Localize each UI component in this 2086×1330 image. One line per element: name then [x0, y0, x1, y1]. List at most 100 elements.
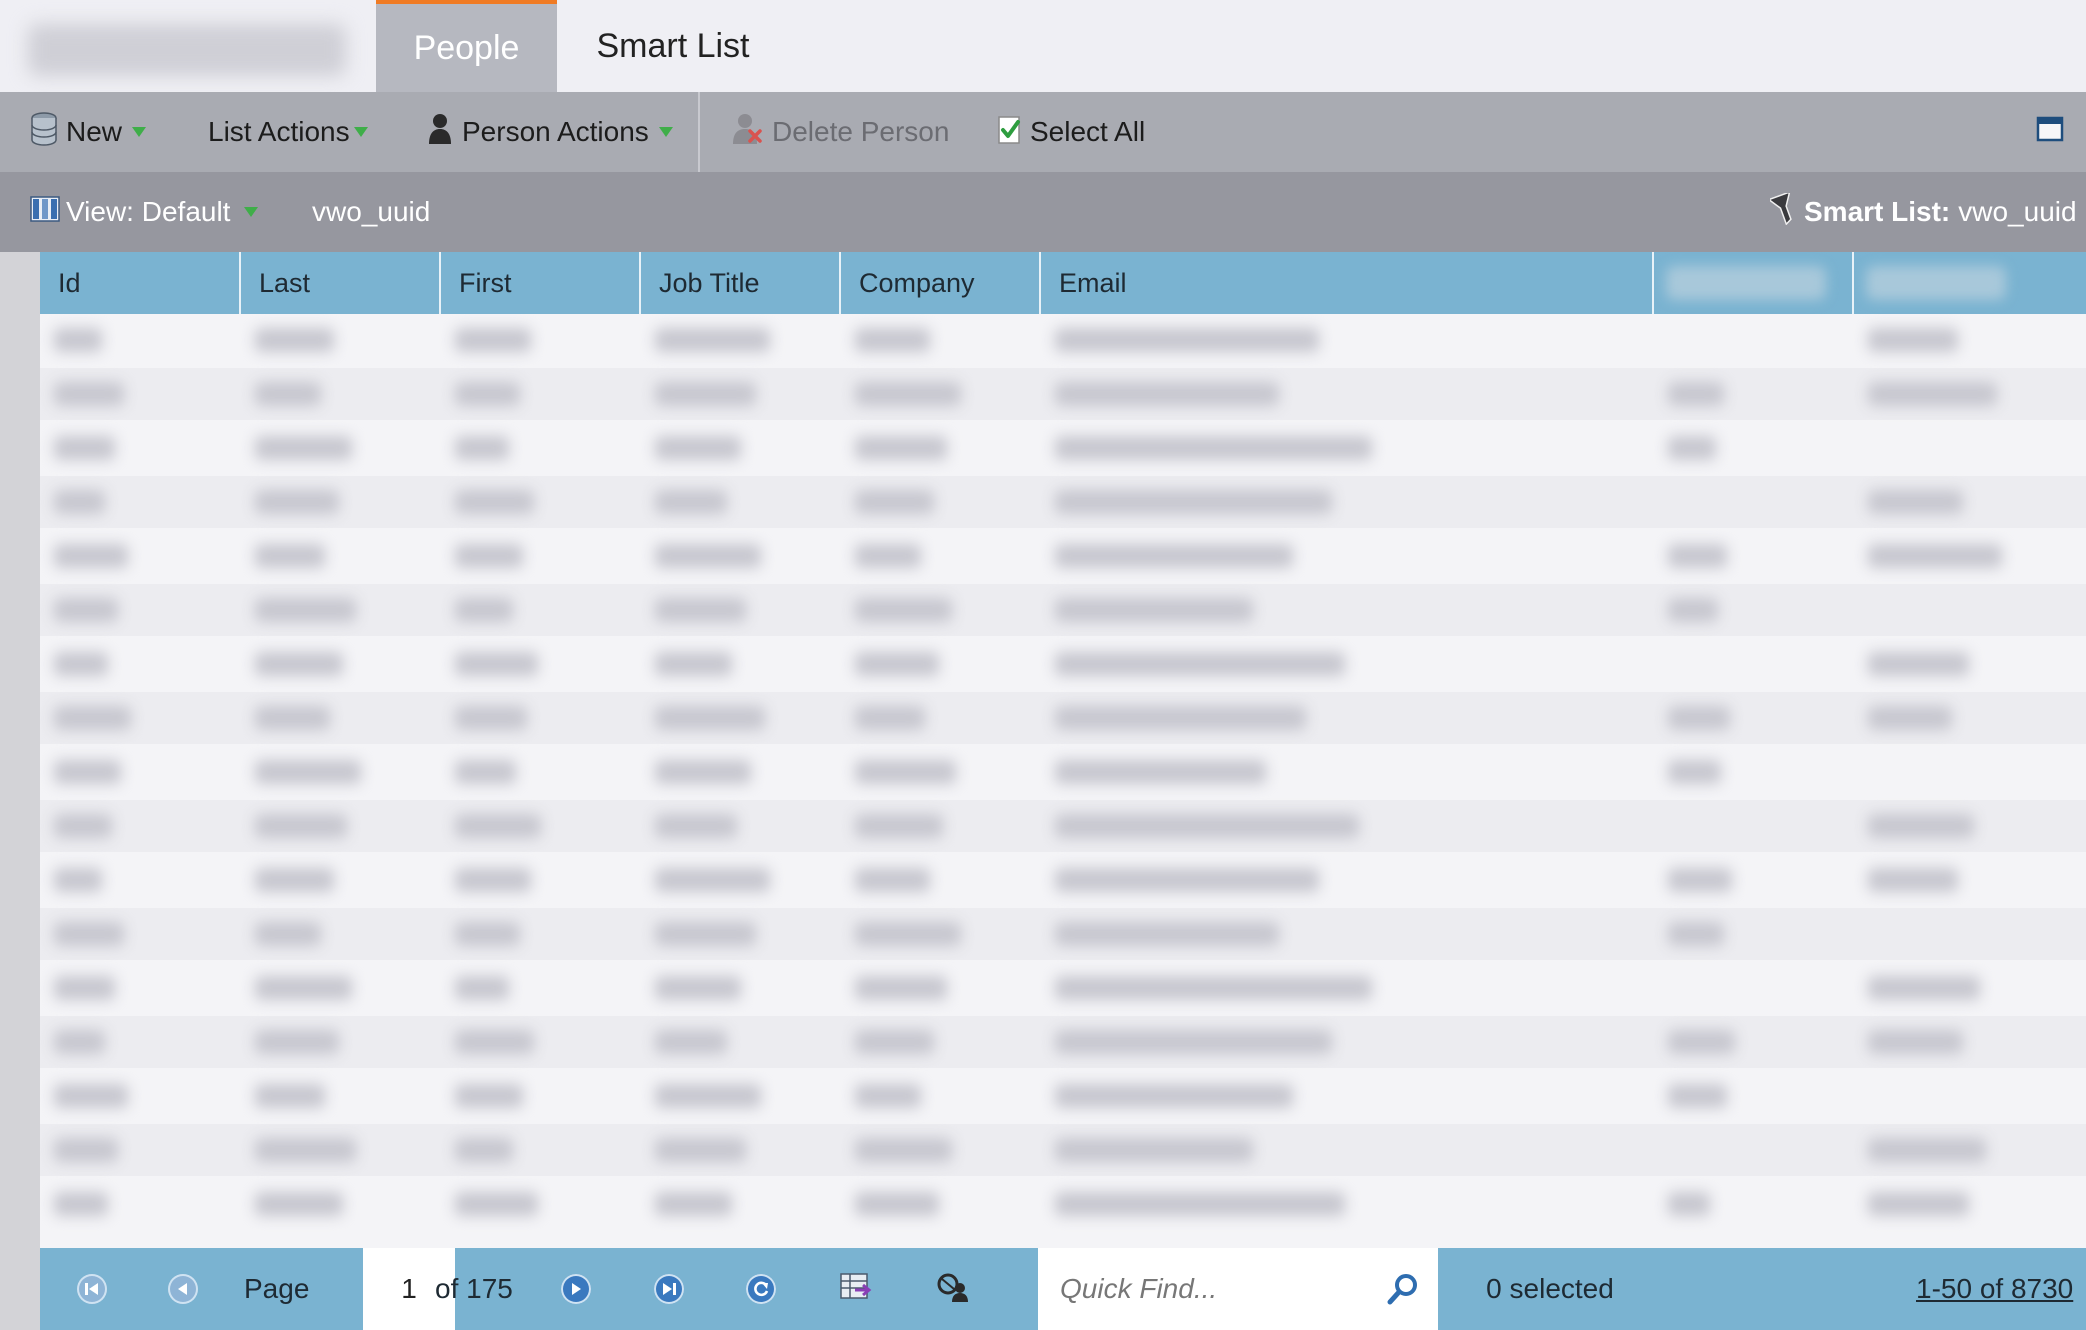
new-button[interactable]: New	[30, 92, 147, 172]
redacted-cell	[855, 922, 961, 946]
redacted-cell	[54, 598, 118, 622]
table-row[interactable]	[40, 1016, 2086, 1068]
smart-list-prefix: Smart List:	[1804, 196, 1951, 227]
redacted-cell	[455, 1138, 513, 1162]
table-row[interactable]	[40, 692, 2086, 744]
redacted-cell	[855, 1138, 952, 1162]
redacted-cell	[855, 706, 925, 730]
redacted-cell	[255, 1030, 339, 1054]
tab-smart-list[interactable]: Smart List	[578, 0, 768, 92]
redacted-cell	[255, 544, 325, 568]
redacted-cell	[855, 328, 930, 352]
redacted-cell	[855, 652, 939, 676]
export-button[interactable]	[831, 1248, 881, 1330]
redacted-cell	[655, 1030, 727, 1054]
redacted-cell	[1868, 382, 1997, 406]
redacted-cell	[1668, 922, 1724, 946]
table-row[interactable]	[40, 1124, 2086, 1176]
first-page-icon	[77, 1274, 107, 1304]
redacted-cell	[855, 490, 934, 514]
redacted-cell	[655, 328, 770, 352]
redacted-cell	[655, 922, 756, 946]
column-header-redacted[interactable]	[1854, 252, 2086, 314]
redacted-cell	[855, 868, 930, 892]
column-header-first[interactable]: First	[441, 252, 641, 314]
redacted-cell	[455, 976, 509, 1000]
table-row[interactable]	[40, 422, 2086, 474]
column-header-email[interactable]: Email	[1041, 252, 1654, 314]
last-page-button[interactable]	[644, 1248, 694, 1330]
redacted-cell	[1668, 1030, 1735, 1054]
table-row[interactable]	[40, 476, 2086, 528]
column-header-redacted[interactable]	[1654, 252, 1854, 314]
list-actions-label: List Actions	[208, 116, 350, 147]
table-row[interactable]	[40, 1070, 2086, 1122]
delete-person-button[interactable]: Delete Person	[732, 92, 949, 172]
redacted-cell	[1868, 490, 1963, 514]
redacted-text	[1666, 266, 1826, 300]
redacted-cell	[455, 868, 531, 892]
table-row[interactable]	[40, 746, 2086, 798]
grid-body	[40, 314, 2086, 1248]
redacted-cell	[855, 1192, 939, 1216]
select-all-button[interactable]: Select All	[998, 92, 1145, 172]
tab-people[interactable]: People	[376, 0, 557, 92]
view-selector[interactable]: View: Default	[30, 172, 259, 252]
selected-count: 0 selected	[1486, 1273, 1614, 1304]
table-row[interactable]	[40, 908, 2086, 960]
redacted-cell	[54, 1030, 105, 1054]
redacted-cell	[1668, 1192, 1710, 1216]
toolbar: New List Actions Person Actions Delete P…	[0, 92, 2086, 172]
redacted-cell	[1668, 1084, 1727, 1108]
person-lookup-button[interactable]	[928, 1248, 978, 1330]
redacted-cell	[54, 706, 131, 730]
redacted-text	[1866, 266, 2006, 300]
table-row[interactable]	[40, 638, 2086, 690]
column-header-job-title[interactable]: Job Title	[641, 252, 841, 314]
next-page-button[interactable]	[551, 1248, 601, 1330]
redacted-cell	[255, 490, 339, 514]
redacted-cell	[655, 490, 727, 514]
previous-page-button[interactable]	[158, 1248, 208, 1330]
table-row[interactable]	[40, 854, 2086, 906]
redacted-cell	[1868, 544, 2002, 568]
search-icon[interactable]	[1386, 1272, 1420, 1311]
database-icon	[30, 111, 58, 153]
person-actions-button[interactable]: Person Actions	[428, 92, 673, 172]
column-header-id[interactable]: Id	[40, 252, 241, 314]
maximize-button[interactable]	[2036, 92, 2064, 172]
redacted-cell	[255, 436, 352, 460]
list-actions-button[interactable]: List Actions	[208, 92, 368, 172]
table-row[interactable]	[40, 962, 2086, 1014]
first-page-button[interactable]	[67, 1248, 117, 1330]
select-all-label: Select All	[1030, 116, 1146, 147]
redacted-cell	[1868, 976, 1980, 1000]
table-row[interactable]	[40, 1178, 2086, 1230]
person-search-icon	[936, 1272, 970, 1307]
column-header-company[interactable]: Company	[841, 252, 1041, 314]
column-header-last[interactable]: Last	[241, 252, 441, 314]
quick-find-input[interactable]	[1058, 1272, 1362, 1306]
smart-list-name: vwo_uuid	[1958, 196, 2077, 227]
page-label: Page	[244, 1273, 310, 1304]
redacted-cell	[655, 760, 751, 784]
redacted-cell	[455, 1084, 523, 1108]
table-row[interactable]	[40, 314, 2086, 366]
checkbox-icon	[998, 114, 1022, 151]
table-row[interactable]	[40, 584, 2086, 636]
redacted-cell	[1668, 760, 1721, 784]
table-row[interactable]	[40, 800, 2086, 852]
quick-find-field[interactable]	[1038, 1248, 1438, 1330]
redacted-cell	[54, 382, 124, 406]
redacted-cell	[1055, 922, 1279, 946]
redacted-cell	[455, 922, 520, 946]
refresh-button[interactable]	[736, 1248, 786, 1330]
tab-label: Smart List	[596, 26, 750, 65]
smart-list-indicator[interactable]: Smart List: vwo_uuid	[1767, 172, 2077, 252]
record-range-link[interactable]: 1-50 of 8730	[1916, 1248, 2073, 1330]
redacted-cell	[655, 544, 761, 568]
redacted-cell	[54, 544, 128, 568]
table-row[interactable]	[40, 368, 2086, 420]
redacted-cell	[855, 544, 921, 568]
table-row[interactable]	[40, 530, 2086, 582]
